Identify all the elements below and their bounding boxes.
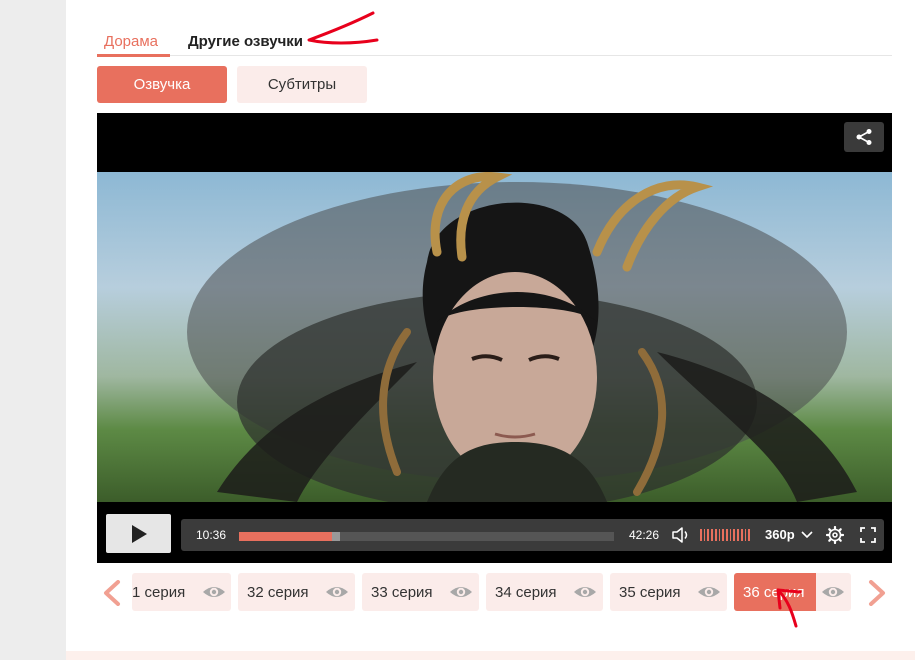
- episode-item[interactable]: 33 серия: [362, 573, 479, 611]
- annotation-arrow-icon: [776, 588, 802, 628]
- volume-bar: [740, 529, 743, 541]
- volume-bar: [722, 529, 725, 541]
- tab-active-underline: [97, 54, 170, 57]
- volume-bar: [714, 529, 717, 541]
- episode-item[interactable]: 35 серия: [610, 573, 727, 611]
- episode-label: 1 серия: [132, 583, 186, 601]
- tab-dorama[interactable]: Дорама: [104, 33, 158, 51]
- volume-bar: [700, 529, 702, 541]
- share-button[interactable]: [844, 122, 884, 152]
- episode-label: 32 серия: [247, 583, 309, 601]
- episode-label: 34 серия: [495, 583, 557, 601]
- chevron-left-icon[interactable]: [101, 580, 123, 606]
- volume-bar: [718, 529, 721, 541]
- episode-item[interactable]: 32 серия: [238, 573, 355, 611]
- control-bar: 10:36 42:26 360p: [181, 519, 884, 551]
- chevron-right-icon[interactable]: [866, 580, 888, 606]
- volume-slider[interactable]: [700, 529, 751, 541]
- bottom-strip: [66, 651, 915, 660]
- episode-item[interactable]: 1 серия: [132, 573, 231, 611]
- volume-bar: [707, 529, 710, 541]
- progress-fill: [239, 532, 333, 541]
- subtitles-button[interactable]: Субтитры: [237, 66, 367, 103]
- volume-bar: [733, 529, 736, 541]
- eye-icon[interactable]: [572, 582, 598, 602]
- annotation-arrow-icon: [307, 11, 379, 45]
- episode-label: 35 серия: [619, 583, 681, 601]
- left-gutter: [0, 0, 66, 660]
- duration: 42:26: [629, 528, 660, 542]
- eye-icon[interactable]: [448, 582, 474, 602]
- tab-bar: Дорама Другие озвучки: [97, 28, 892, 57]
- player-controls: 10:36 42:26 360p: [97, 502, 892, 563]
- volume-bar: [711, 529, 713, 541]
- episode-label: 33 серия: [371, 583, 433, 601]
- video-player[interactable]: 10:36 42:26 360p: [97, 113, 892, 563]
- quality-selector[interactable]: 360p: [765, 527, 795, 542]
- volume-icon[interactable]: [672, 527, 690, 543]
- play-button[interactable]: [106, 514, 171, 553]
- chevron-down-icon[interactable]: [801, 530, 813, 540]
- video-still-image: [187, 172, 857, 502]
- share-icon: [856, 129, 872, 145]
- gear-icon[interactable]: [826, 526, 844, 544]
- page: Дорама Другие озвучки Озвучка Субтитры 1…: [0, 0, 915, 660]
- eye-icon[interactable]: [696, 582, 722, 602]
- eye-icon[interactable]: [324, 582, 350, 602]
- volume-bar: [726, 529, 728, 541]
- volume-bar: [703, 529, 706, 541]
- play-icon: [131, 524, 147, 543]
- video-frame[interactable]: [97, 172, 892, 502]
- eye-icon[interactable]: [201, 582, 227, 602]
- volume-bar: [748, 529, 751, 541]
- current-time: 10:36: [196, 528, 227, 542]
- volume-bar: [737, 529, 739, 541]
- progress-bar[interactable]: [239, 532, 614, 541]
- volume-bar: [729, 529, 732, 541]
- voice-button[interactable]: Озвучка: [97, 66, 227, 103]
- fullscreen-icon[interactable]: [860, 527, 876, 543]
- volume-bar: [744, 529, 747, 541]
- episode-item[interactable]: 34 серия: [486, 573, 603, 611]
- tab-other-voices[interactable]: Другие озвучки: [188, 33, 303, 51]
